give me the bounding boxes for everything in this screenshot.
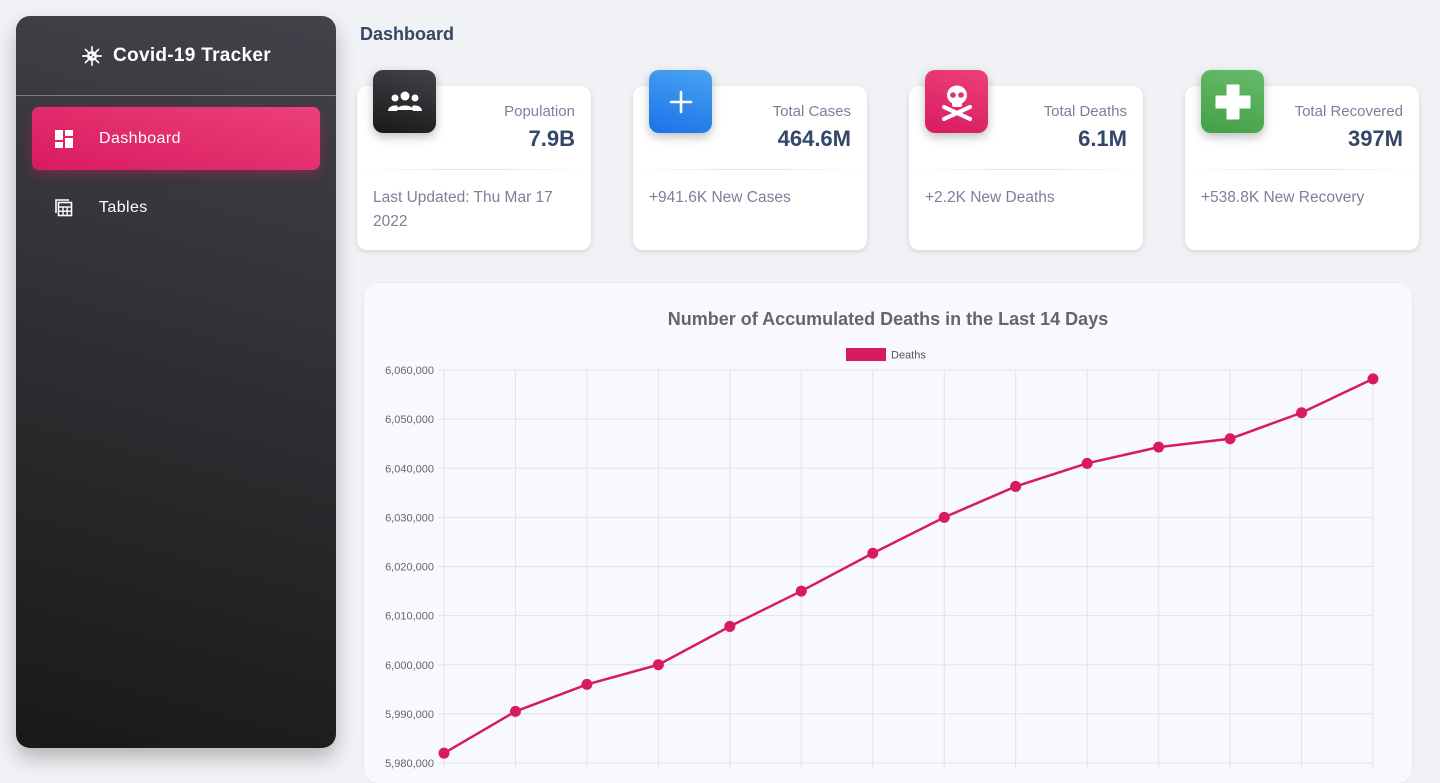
data-point[interactable] xyxy=(1081,457,1093,469)
chart-legend[interactable]: Deaths xyxy=(846,348,926,362)
data-point[interactable] xyxy=(509,705,521,717)
total-deaths-card: Total Deaths 6.1M +2.2K New Deaths xyxy=(909,70,1143,250)
card-label: Total Cases xyxy=(772,103,851,120)
sidebar-item-label: Dashboard xyxy=(99,129,181,147)
card-label: Total Recovered xyxy=(1294,103,1403,120)
y-tick-label: 6,050,000 xyxy=(385,414,434,426)
virus-icon xyxy=(82,45,103,66)
card-footer: Last Updated: Thu Mar 17 2022 xyxy=(373,189,553,230)
card-divider xyxy=(1185,169,1419,170)
sidebar-item-dashboard[interactable]: Dashboard xyxy=(32,107,320,170)
data-point[interactable] xyxy=(795,585,807,597)
y-tick-label: 6,030,000 xyxy=(385,512,434,524)
y-tick-label: 6,010,000 xyxy=(385,611,434,623)
medical-cross-icon xyxy=(1201,70,1264,133)
plus-icon xyxy=(649,70,712,133)
card-footer: +538.8K New Recovery xyxy=(1201,189,1365,206)
card-footer: +2.2K New Deaths xyxy=(925,189,1055,206)
total-cases-card: Total Cases 464.6M +941.6K New Cases xyxy=(633,70,867,250)
y-tick-label: 5,980,000 xyxy=(385,758,434,770)
card-label: Population xyxy=(504,103,575,120)
data-point[interactable] xyxy=(1224,433,1236,445)
data-point[interactable] xyxy=(724,620,736,632)
data-point[interactable] xyxy=(438,747,450,759)
card-value: 7.9B xyxy=(528,126,575,151)
data-point[interactable] xyxy=(1367,373,1379,385)
population-card: Population 7.9B Last Updated: Thu Mar 17… xyxy=(357,70,591,250)
data-point[interactable] xyxy=(867,547,879,559)
card-divider xyxy=(633,169,867,170)
brand-title: Covid-19 Tracker xyxy=(113,44,271,66)
dashboard-icon xyxy=(54,129,74,149)
legend-label: Deaths xyxy=(891,350,926,362)
data-point[interactable] xyxy=(652,659,664,671)
chart-title: Number of Accumulated Deaths in the Last… xyxy=(668,309,1108,329)
table-icon xyxy=(54,198,74,218)
data-point[interactable] xyxy=(1153,441,1165,453)
deaths-line-chart: Number of Accumulated Deaths in the Last… xyxy=(385,309,1379,770)
sidebar-item-tables[interactable]: Tables xyxy=(32,176,320,239)
legend-swatch xyxy=(846,348,886,361)
group-icon xyxy=(373,70,436,133)
card-label: Total Deaths xyxy=(1043,103,1127,120)
card-divider xyxy=(909,169,1143,170)
page-title: Dashboard xyxy=(360,24,455,44)
brand[interactable]: Covid-19 Tracker xyxy=(16,16,336,96)
skull-crossbones-icon xyxy=(925,70,988,133)
card-value: 6.1M xyxy=(1078,126,1127,151)
total-recovered-card: Total Recovered 397M +538.8K New Recover… xyxy=(1185,70,1419,250)
y-tick-label: 6,040,000 xyxy=(385,463,434,475)
data-point[interactable] xyxy=(581,678,593,690)
data-point[interactable] xyxy=(1010,480,1022,492)
card-value: 464.6M xyxy=(777,126,851,151)
y-tick-label: 5,990,000 xyxy=(385,709,434,721)
data-point[interactable] xyxy=(938,511,950,523)
card-divider xyxy=(357,169,591,170)
deaths-chart-card: Number of Accumulated Deaths in the Last… xyxy=(364,283,1412,783)
y-tick-label: 6,060,000 xyxy=(385,365,434,377)
card-footer: +941.6K New Cases xyxy=(649,189,791,206)
sidebar-item-label: Tables xyxy=(99,198,148,216)
y-tick-label: 6,020,000 xyxy=(385,562,434,574)
card-value: 397M xyxy=(1347,126,1403,151)
data-point[interactable] xyxy=(1296,407,1308,419)
sidebar: Covid-19 Tracker Dashboard Tables xyxy=(16,16,336,748)
y-tick-label: 6,000,000 xyxy=(385,660,434,672)
